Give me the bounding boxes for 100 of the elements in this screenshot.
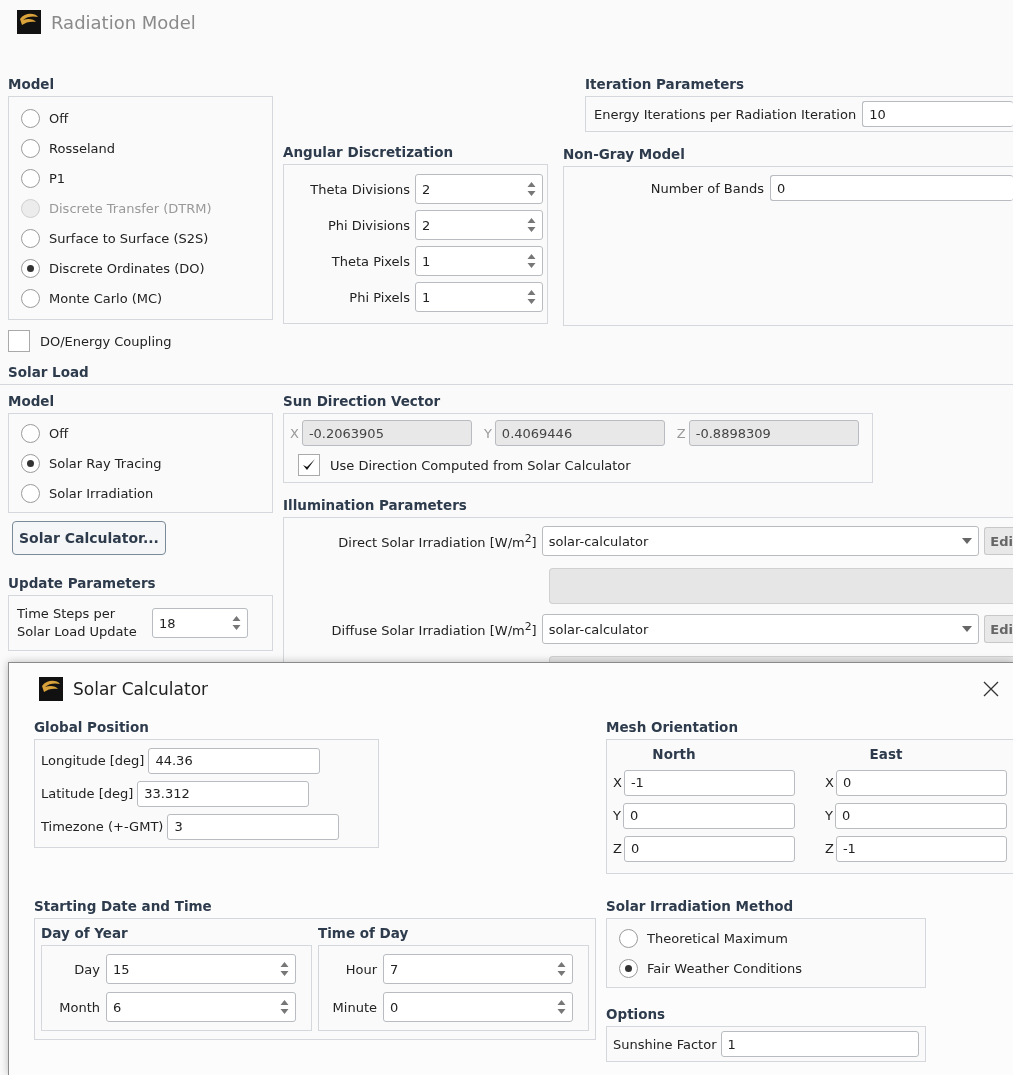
section-heading: Iteration Parameters xyxy=(585,75,745,94)
section-heading: Options xyxy=(606,1005,667,1024)
section-heading: Solar Load xyxy=(8,363,90,382)
axis-label: X xyxy=(825,775,834,790)
input-field[interactable]: -1 xyxy=(623,769,795,796)
axis-label: Y xyxy=(825,808,833,823)
radio-button[interactable] xyxy=(21,168,40,188)
axis-label: X xyxy=(290,425,299,441)
checkbox[interactable] xyxy=(298,454,320,476)
option-label: Rosseland xyxy=(49,140,115,156)
section-heading: Sun Direction Vector xyxy=(283,392,442,411)
field-label: Diffuse Solar Irradiation [W/m$^{2}$] xyxy=(330,619,537,639)
edit-button[interactable]: Edi xyxy=(984,527,1013,555)
stepper-icon[interactable] xyxy=(527,216,536,234)
section-heading: Solar Irradiation Method xyxy=(606,897,795,916)
input-field[interactable]: 0 xyxy=(770,175,1013,201)
option-label: Discrete Transfer (DTRM) xyxy=(49,200,212,216)
radio-button[interactable] xyxy=(21,138,40,158)
section-heading: Illumination Parameters xyxy=(283,496,468,515)
stepper-icon[interactable] xyxy=(557,998,566,1016)
stepper-icon[interactable] xyxy=(557,960,566,978)
spinner-field[interactable]: 1 xyxy=(415,282,543,312)
input-field[interactable]: 10 xyxy=(862,101,1013,127)
input-field[interactable]: 0 xyxy=(835,769,1007,796)
close-icon[interactable] xyxy=(983,681,999,697)
spinner-field[interactable]: 1 xyxy=(415,246,543,276)
input-field[interactable]: 1 xyxy=(720,1031,919,1057)
radio-button[interactable] xyxy=(21,228,40,248)
stepper-icon[interactable] xyxy=(527,252,536,270)
option-label: Monte Carlo (MC) xyxy=(49,290,163,306)
column-heading: North xyxy=(651,745,697,764)
group-heading: Day of Year xyxy=(41,924,129,943)
field-label: Time Steps per Solar Load Update xyxy=(17,605,138,641)
stepper-icon[interactable] xyxy=(527,180,536,198)
app-logo-icon xyxy=(17,10,41,34)
radio-button[interactable] xyxy=(21,453,40,473)
checkbox-label: Use Direction Computed from Solar Calculator xyxy=(330,457,631,473)
field-label: Phi Divisions xyxy=(326,217,410,233)
radio-button[interactable] xyxy=(21,258,40,278)
axis-label: Z xyxy=(676,425,686,441)
field-label: Sunshine Factor xyxy=(613,1036,717,1052)
spinner-field[interactable]: 2 xyxy=(415,210,543,240)
app-logo-icon xyxy=(39,677,63,701)
field-label: Theta Divisions xyxy=(309,181,410,197)
field-label: Month xyxy=(58,999,100,1015)
stepper-icon[interactable] xyxy=(527,288,536,306)
section-heading: Update Parameters xyxy=(8,574,157,593)
radio-button[interactable] xyxy=(619,928,638,948)
input-field[interactable]: 3 xyxy=(167,813,340,840)
stepper-icon[interactable] xyxy=(280,960,289,978)
field-label: Theta Pixels xyxy=(330,253,410,269)
axis-label: Y xyxy=(613,808,621,823)
spinner-field[interactable]: 15 xyxy=(106,954,296,984)
radio-button[interactable] xyxy=(21,423,40,443)
option-label: Solar Ray Tracing xyxy=(49,455,162,471)
caret-icon xyxy=(962,626,973,632)
edit-button[interactable]: Edi xyxy=(984,615,1013,643)
checkbox-label: DO/Energy Coupling xyxy=(40,333,172,349)
stepper-icon[interactable] xyxy=(280,998,289,1016)
dropdown[interactable]: solar-calculator xyxy=(541,614,980,644)
solar-calculator-button[interactable]: Solar Calculator... xyxy=(12,521,166,555)
axis-label: Z xyxy=(825,841,834,856)
spinner-field[interactable]: 2 xyxy=(415,174,543,204)
dropdown[interactable]: solar-calculator xyxy=(541,526,980,556)
radio-button[interactable] xyxy=(21,288,40,308)
axis-label: Z xyxy=(613,841,622,856)
checkbox[interactable] xyxy=(8,330,30,352)
radio-button[interactable] xyxy=(21,483,40,503)
field-label: Minute xyxy=(331,999,377,1015)
input-field[interactable]: 0 xyxy=(622,802,795,829)
section-heading: Starting Date and Time xyxy=(34,897,213,916)
option-label: P1 xyxy=(49,170,66,186)
spinner-field[interactable]: 0 xyxy=(383,992,573,1022)
radio-button[interactable] xyxy=(619,958,638,978)
spinner-field[interactable]: 6 xyxy=(106,992,296,1022)
input-field[interactable]: 44.36 xyxy=(148,747,321,774)
section-heading: Global Position xyxy=(34,718,150,737)
dialog-title: Solar Calculator xyxy=(73,679,209,699)
field-label: Phi Pixels xyxy=(348,289,410,305)
input-field[interactable]: 33.312 xyxy=(137,780,310,807)
option-label: Fair Weather Conditions xyxy=(647,960,803,976)
field-label: Energy Iterations per Radiation Iteration xyxy=(594,106,857,122)
section-heading: Model xyxy=(8,392,56,411)
group-heading: Time of Day xyxy=(318,924,410,943)
option-label: Off xyxy=(49,110,69,126)
field-label: Timezone (+-GMT) xyxy=(41,819,164,834)
option-label: Solar Irradiation xyxy=(49,485,154,501)
field-label: Day xyxy=(73,961,100,977)
section-heading: Model xyxy=(8,75,56,94)
spinner-field[interactable]: 18 xyxy=(152,608,248,638)
option-label: Surface to Surface (S2S) xyxy=(49,230,209,246)
spinner-field[interactable]: 7 xyxy=(383,954,573,984)
field-label: Direct Solar Irradiation [W/m$^{2}$] xyxy=(337,531,537,551)
section-heading: Non-Gray Model xyxy=(563,145,686,164)
input-field[interactable]: 0 xyxy=(834,802,1007,829)
stepper-icon[interactable] xyxy=(232,614,241,632)
option-label: Discrete Ordinates (DO) xyxy=(49,260,205,276)
radio-button[interactable] xyxy=(21,108,40,128)
input-field[interactable]: 0 xyxy=(623,835,795,862)
input-field[interactable]: -1 xyxy=(835,835,1007,862)
